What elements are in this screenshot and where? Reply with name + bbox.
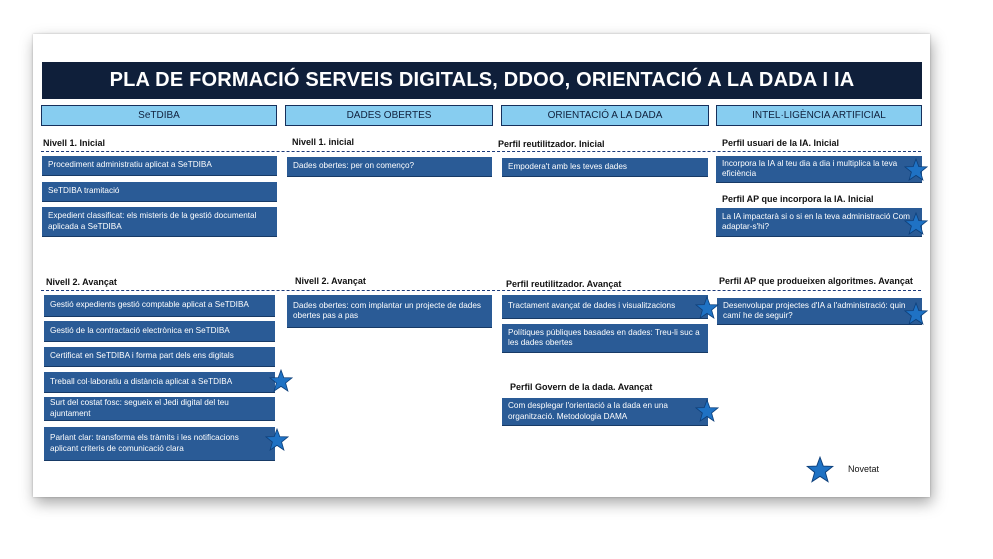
- page-title: PLA DE FORMACIÓ SERVEIS DIGITALS, DDOO, …: [42, 62, 922, 99]
- section-title-perfil-ap-incorpora-ia: Perfil AP que incorpora la IA. Inicial: [722, 194, 874, 204]
- star-icon: [265, 428, 289, 452]
- legend-label: Novetat: [848, 464, 880, 474]
- star-icon: [269, 369, 293, 393]
- column-header-intelligencia-artificial: INTEL·LIGÈNCIA ARTIFICIAL: [716, 105, 922, 126]
- course-card[interactable]: Com desplegar l'orientació a la dada en …: [502, 398, 708, 426]
- course-card[interactable]: Surt del costat fosc: segueix el Jedi di…: [44, 397, 275, 421]
- course-card[interactable]: Incorpora la IA al teu dia a dia i multi…: [716, 156, 922, 183]
- slide: PLA DE FORMACIÓ SERVEIS DIGITALS, DDOO, …: [33, 34, 930, 497]
- course-card[interactable]: Parlant clar: transforma els tràmits i l…: [44, 427, 275, 461]
- course-card[interactable]: Polítiques públiques basades en dades: T…: [502, 324, 708, 353]
- section-title-nivell-1: Nivell 1. Inicial: [43, 138, 106, 148]
- course-card[interactable]: Dades obertes: com implantar un projecte…: [287, 295, 492, 328]
- course-card[interactable]: Procediment administratiu aplicat a SeTD…: [42, 156, 277, 176]
- course-card[interactable]: Desenvolupar projectes d'IA a l'administ…: [717, 298, 922, 325]
- section-title-perfil-usuari-ia: Perfil usuari de la IA. Inicial: [722, 138, 840, 148]
- column-header-orientacio-dada: ORIENTACIÓ A LA DADA: [501, 105, 709, 126]
- course-card[interactable]: Expedient classificat: els misteris de l…: [42, 207, 277, 237]
- course-card[interactable]: Gestió de la contractació electrònica en…: [44, 321, 275, 342]
- section-divider: [41, 151, 921, 152]
- section-title-perfil-reutilitzador-avancat: Perfil reutilitzador. Avançat: [506, 279, 622, 289]
- star-icon: [904, 158, 928, 182]
- section-title-perfil-reutilitzador-inicial: Perfil reutilitzador. Inicial: [498, 139, 605, 149]
- column-header-dades-obertes: DADES OBERTES: [285, 105, 493, 126]
- section-title-nivell-2: Nivell 2. Avançat: [46, 277, 117, 287]
- section-title-perfil-govern-dada: Perfil Govern de la dada. Avançat: [510, 382, 653, 392]
- section-divider: [41, 290, 921, 291]
- legend-star-icon: [806, 456, 834, 484]
- course-card[interactable]: SeTDIBA tramitació: [42, 182, 277, 202]
- star-icon: [695, 399, 719, 423]
- course-card[interactable]: Dades obertes: per on començo?: [287, 157, 492, 177]
- star-icon: [904, 302, 928, 326]
- star-icon: [904, 212, 928, 236]
- column-header-setdiba: SeTDIBA: [41, 105, 277, 126]
- course-card[interactable]: Empodera't amb les teves dades: [502, 158, 708, 177]
- course-card[interactable]: Tractament avançat de dades i visualitza…: [502, 295, 708, 319]
- course-card[interactable]: Gestió expedients gestió comptable aplic…: [44, 295, 275, 317]
- section-title-perfil-ap-algoritmes: Perfil AP que produeixen algoritmes. Ava…: [719, 276, 913, 286]
- course-card[interactable]: Treball col·laboratiu a distància aplica…: [44, 372, 275, 393]
- course-card[interactable]: Certificat en SeTDIBA i forma part dels …: [44, 347, 275, 367]
- section-title-nivell-2: Nivell 2. Avançat: [295, 276, 366, 286]
- star-icon: [695, 296, 719, 320]
- section-title-nivell-1: Nivell 1. inicial: [292, 137, 355, 147]
- course-card[interactable]: La IA impactarà si o si en la teva admin…: [716, 208, 922, 237]
